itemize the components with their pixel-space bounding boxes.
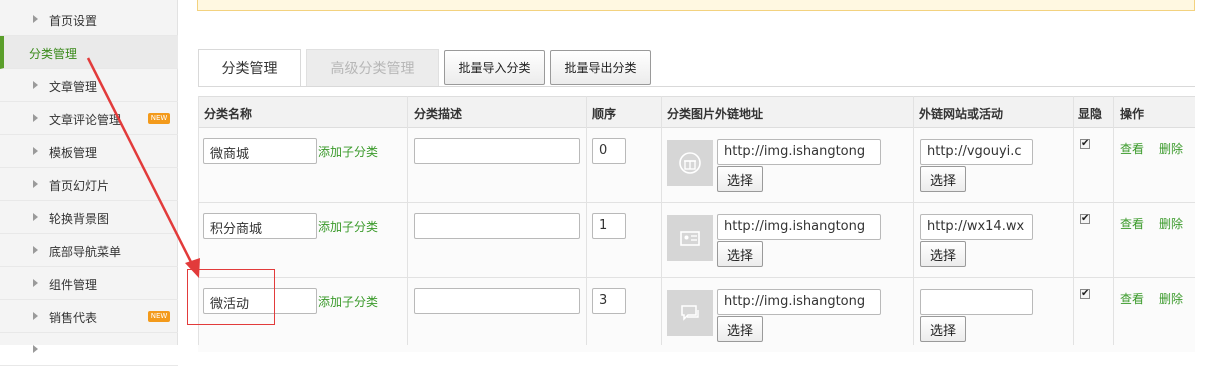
image-url-input[interactable]: http://img.ishangtong [717,214,881,240]
select-image-button[interactable]: 选择 [717,241,763,267]
view-link[interactable]: 查看 [1120,215,1144,232]
category-name-input[interactable]: 微商城 [203,138,317,164]
sidebar-item-home-settings[interactable]: 首页设置 [0,3,178,36]
batch-export-button[interactable]: 批量导出分类 [550,50,651,85]
sidebar-item-label: 销售代表 [49,311,98,325]
image-url-input[interactable]: http://img.ishangtong [717,289,881,315]
category-image-thumbnail [667,215,713,261]
category-description-input[interactable] [414,138,580,164]
link-url-input[interactable]: http://wx14.wx [920,214,1033,240]
link-url-input[interactable] [920,289,1033,315]
delete-link[interactable]: 删除 [1159,140,1183,157]
order-input[interactable]: 0 [592,138,626,164]
category-description-input[interactable] [414,213,580,239]
category-name-input[interactable]: 积分商城 [203,213,317,239]
sidebar-item-label: 文章评论管理 [49,113,122,127]
header-link: 外链网站或活动 [919,107,1004,121]
chevron-right-icon [33,114,38,122]
header-order: 顺序 [592,107,617,121]
delete-link[interactable]: 删除 [1159,290,1183,307]
select-link-button[interactable]: 选择 [920,316,966,342]
batch-import-button[interactable]: 批量导入分类 [444,50,545,85]
chat-icon [681,305,699,321]
new-badge: NEW [148,113,170,124]
image-url-input[interactable]: http://img.ishangtong [717,139,881,165]
header-actions: 操作 [1120,107,1145,121]
category-image-thumbnail [667,290,713,336]
new-badge: NEW [148,311,170,322]
table-header: 分类名称 分类描述 顺序 分类图片外链地址 外链网站或活动 显隐 操作 [198,96,1195,128]
sidebar-item-articles[interactable]: 文章管理 [0,69,178,102]
sidebar-item-label: 首页幻灯片 [49,179,110,193]
visibility-checkbox[interactable]: ✔ [1080,139,1090,149]
category-description-input[interactable] [414,288,580,314]
annotation-highlight-box [187,269,275,325]
sidebar-item-comments[interactable]: 文章评论管理 NEW [0,102,178,135]
category-image-thumbnail [667,140,713,186]
tab-advanced-category-management[interactable]: 高级分类管理 [306,49,439,87]
visibility-checkbox[interactable]: ✔ [1080,214,1090,224]
view-link[interactable]: 查看 [1120,140,1144,157]
sidebar-item-label: 分类管理 [29,47,78,61]
id-card-icon [680,231,700,246]
add-subcategory-link[interactable]: 添加子分类 [318,293,378,310]
sidebar-item-components[interactable]: 组件管理 [0,267,178,300]
header-name: 分类名称 [204,107,253,121]
sidebar-item-backgrounds[interactable]: 轮换背景图 [0,201,178,234]
visibility-checkbox[interactable]: ✔ [1080,289,1090,299]
column-divider [1113,96,1114,345]
link-url-input[interactable]: http://vgouyi.c [920,139,1033,165]
view-link[interactable]: 查看 [1120,290,1144,307]
chevron-right-icon [33,246,38,254]
gift-icon [679,152,701,174]
sidebar-item-more[interactable] [0,333,178,366]
tab-category-management[interactable]: 分类管理 [198,49,301,87]
sidebar-item-label: 文章管理 [49,80,98,94]
add-subcategory-link[interactable]: 添加子分类 [318,143,378,160]
sidebar-item-label: 底部导航菜单 [49,245,122,259]
order-input[interactable]: 1 [592,213,626,239]
add-subcategory-link[interactable]: 添加子分类 [318,218,378,235]
delete-link[interactable]: 删除 [1159,215,1183,232]
sidebar-item-sales-reps[interactable]: 销售代表 NEW [0,300,178,333]
column-divider [586,96,587,345]
chevron-right-icon [33,312,38,320]
chevron-right-icon [33,345,38,353]
sidebar: 首页设置 分类管理 文章管理 文章评论管理 NEW 模板管理 首页幻灯片 轮换背… [0,0,178,366]
sidebar-item-label: 模板管理 [49,146,98,160]
sidebar-item-templates[interactable]: 模板管理 [0,135,178,168]
column-divider [1073,96,1074,345]
header-description: 分类描述 [414,107,463,121]
sidebar-item-label: 首页设置 [49,14,98,28]
chevron-right-icon [33,147,38,155]
select-link-button[interactable]: 选择 [920,241,966,267]
select-image-button[interactable]: 选择 [717,166,763,192]
chevron-right-icon [33,213,38,221]
select-image-button[interactable]: 选择 [717,316,763,342]
chevron-right-icon [33,279,38,287]
column-divider [913,96,914,345]
header-image-url: 分类图片外链地址 [667,107,764,121]
sidebar-item-label: 组件管理 [49,278,98,292]
notice-bar [197,0,1195,11]
header-visibility: 显隐 [1078,107,1103,121]
column-divider [661,96,662,345]
sidebar-item-footer-nav[interactable]: 底部导航菜单 [0,234,178,267]
order-input[interactable]: 3 [592,288,626,314]
column-divider [407,96,408,345]
select-link-button[interactable]: 选择 [920,166,966,192]
tabs-divider [198,86,1195,87]
chevron-right-icon [33,15,38,23]
sidebar-item-label: 轮换背景图 [49,212,110,226]
chevron-right-icon [33,180,38,188]
sidebar-item-category[interactable]: 分类管理 [0,36,178,69]
chevron-right-icon [33,81,38,89]
sidebar-item-slides[interactable]: 首页幻灯片 [0,168,178,201]
